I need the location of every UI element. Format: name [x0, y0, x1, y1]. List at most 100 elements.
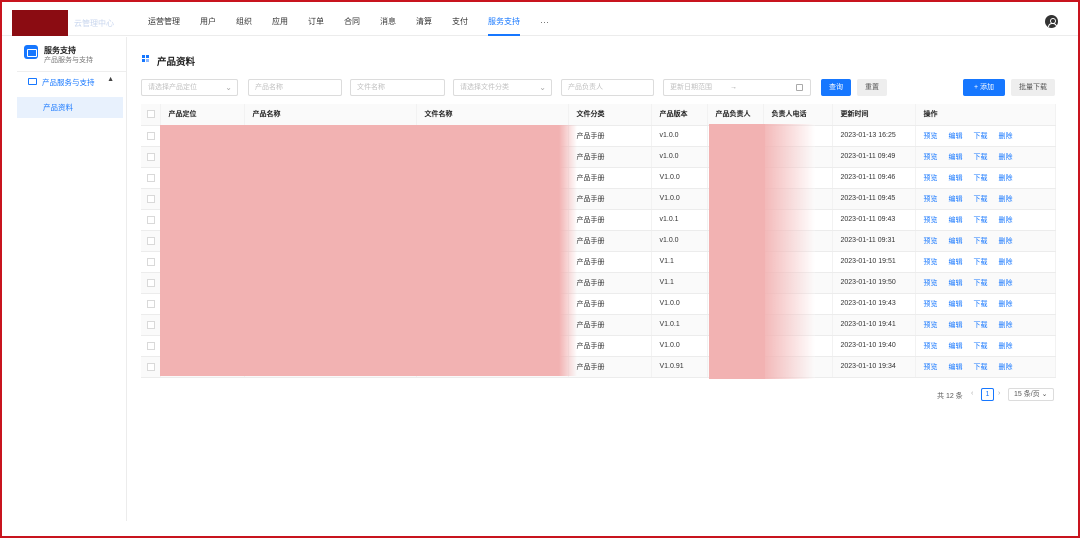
nav-item-users[interactable]: 用户: [190, 2, 226, 36]
nav-item-payment[interactable]: 支付: [442, 2, 478, 36]
preview-link[interactable]: 预览: [924, 364, 938, 371]
edit-link[interactable]: 编辑: [949, 322, 963, 329]
chevron-up-icon[interactable]: ▲: [107, 76, 114, 83]
row-checkbox[interactable]: [141, 209, 161, 231]
download-link[interactable]: 下载: [974, 343, 988, 350]
edit-link[interactable]: 编辑: [949, 217, 963, 224]
chevron-right-icon[interactable]: ›: [998, 390, 1000, 397]
download-link[interactable]: 下载: [974, 133, 988, 140]
download-link[interactable]: 下载: [974, 301, 988, 308]
nav-item-org[interactable]: 组织: [226, 2, 262, 36]
pagination-page-current[interactable]: 1: [981, 388, 994, 401]
edit-link[interactable]: 编辑: [949, 196, 963, 203]
row-checkbox[interactable]: [141, 125, 161, 147]
row-checkbox[interactable]: [141, 314, 161, 336]
download-link[interactable]: 下载: [974, 280, 988, 287]
download-link[interactable]: 下载: [974, 196, 988, 203]
nav-item-contracts[interactable]: 合同: [334, 2, 370, 36]
download-link[interactable]: 下载: [974, 154, 988, 161]
checkbox[interactable]: [147, 257, 155, 266]
checkbox[interactable]: [147, 299, 155, 308]
checkbox[interactable]: [147, 131, 155, 140]
preview-link[interactable]: 预览: [924, 343, 938, 350]
preview-link[interactable]: 预览: [924, 196, 938, 203]
row-checkbox[interactable]: [141, 272, 161, 294]
add-button[interactable]: + 添加: [963, 79, 1005, 96]
preview-link[interactable]: 预览: [924, 322, 938, 329]
row-checkbox[interactable]: [141, 251, 161, 273]
checkbox[interactable]: [147, 278, 155, 287]
date-range-picker[interactable]: 更新日期范围 →: [663, 79, 811, 96]
delete-link[interactable]: 删除: [999, 133, 1013, 140]
checkbox[interactable]: [147, 341, 155, 350]
preview-link[interactable]: 预览: [924, 133, 938, 140]
delete-link[interactable]: 删除: [999, 175, 1013, 182]
search-button[interactable]: 查询: [821, 79, 851, 96]
nav-item-orders[interactable]: 订单: [298, 2, 334, 36]
chevron-left-icon[interactable]: ‹: [971, 390, 973, 397]
checkbox[interactable]: [147, 362, 155, 371]
preview-link[interactable]: 预览: [924, 301, 938, 308]
delete-link[interactable]: 删除: [999, 364, 1013, 371]
edit-link[interactable]: 编辑: [949, 175, 963, 182]
download-link[interactable]: 下载: [974, 217, 988, 224]
edit-link[interactable]: 编辑: [949, 343, 963, 350]
owner-input[interactable]: 产品负责人: [561, 79, 654, 96]
checkbox[interactable]: [147, 194, 155, 203]
delete-link[interactable]: 删除: [999, 238, 1013, 245]
nav-more-button[interactable]: ···: [530, 2, 559, 36]
file-name-input[interactable]: 文件名称: [350, 79, 445, 96]
checkbox[interactable]: [147, 236, 155, 245]
product-name-input[interactable]: 产品名称: [248, 79, 342, 96]
row-checkbox[interactable]: [141, 230, 161, 252]
preview-link[interactable]: 预览: [924, 259, 938, 266]
row-checkbox[interactable]: [141, 146, 161, 168]
delete-link[interactable]: 删除: [999, 280, 1013, 287]
edit-link[interactable]: 编辑: [949, 280, 963, 287]
preview-link[interactable]: 预览: [924, 217, 938, 224]
checkbox[interactable]: [147, 320, 155, 329]
delete-link[interactable]: 删除: [999, 154, 1013, 161]
batch-download-button[interactable]: 批量下载: [1011, 79, 1055, 96]
delete-link[interactable]: 删除: [999, 259, 1013, 266]
delete-link[interactable]: 删除: [999, 343, 1013, 350]
select-all-checkbox[interactable]: [141, 104, 161, 126]
sidebar-item-product-docs[interactable]: 产品资料: [17, 97, 123, 118]
nav-item-apps[interactable]: 应用: [262, 2, 298, 36]
download-link[interactable]: 下载: [974, 364, 988, 371]
nav-item-service-support[interactable]: 服务支持: [478, 2, 530, 36]
positioning-select[interactable]: 请选择产品定位 ⌄: [141, 79, 238, 96]
page-size-select[interactable]: 15 条/页 ⌄: [1008, 388, 1054, 401]
row-checkbox[interactable]: [141, 356, 161, 378]
download-link[interactable]: 下载: [974, 238, 988, 245]
preview-link[interactable]: 预览: [924, 238, 938, 245]
edit-link[interactable]: 编辑: [949, 154, 963, 161]
row-checkbox[interactable]: [141, 167, 161, 189]
checkbox[interactable]: [147, 152, 155, 161]
delete-link[interactable]: 删除: [999, 217, 1013, 224]
download-link[interactable]: 下载: [974, 322, 988, 329]
nav-item-ops[interactable]: 运营管理: [138, 2, 190, 36]
download-link[interactable]: 下载: [974, 259, 988, 266]
preview-link[interactable]: 预览: [924, 175, 938, 182]
sidebar-group-product-service[interactable]: 产品服务与支持 ▲: [28, 76, 124, 90]
delete-link[interactable]: 删除: [999, 196, 1013, 203]
preview-link[interactable]: 预览: [924, 154, 938, 161]
row-checkbox[interactable]: [141, 293, 161, 315]
nav-item-settlement[interactable]: 清算: [406, 2, 442, 36]
delete-link[interactable]: 删除: [999, 301, 1013, 308]
file-category-select[interactable]: 请选择文件分类 ⌄: [453, 79, 552, 96]
preview-link[interactable]: 预览: [924, 280, 938, 287]
edit-link[interactable]: 编辑: [949, 364, 963, 371]
edit-link[interactable]: 编辑: [949, 238, 963, 245]
edit-link[interactable]: 编辑: [949, 301, 963, 308]
delete-link[interactable]: 删除: [999, 322, 1013, 329]
checkbox[interactable]: [147, 173, 155, 182]
checkbox[interactable]: [147, 215, 155, 224]
edit-link[interactable]: 编辑: [949, 133, 963, 140]
download-link[interactable]: 下载: [974, 175, 988, 182]
edit-link[interactable]: 编辑: [949, 259, 963, 266]
reset-button[interactable]: 重置: [857, 79, 887, 96]
row-checkbox[interactable]: [141, 188, 161, 210]
row-checkbox[interactable]: [141, 335, 161, 357]
